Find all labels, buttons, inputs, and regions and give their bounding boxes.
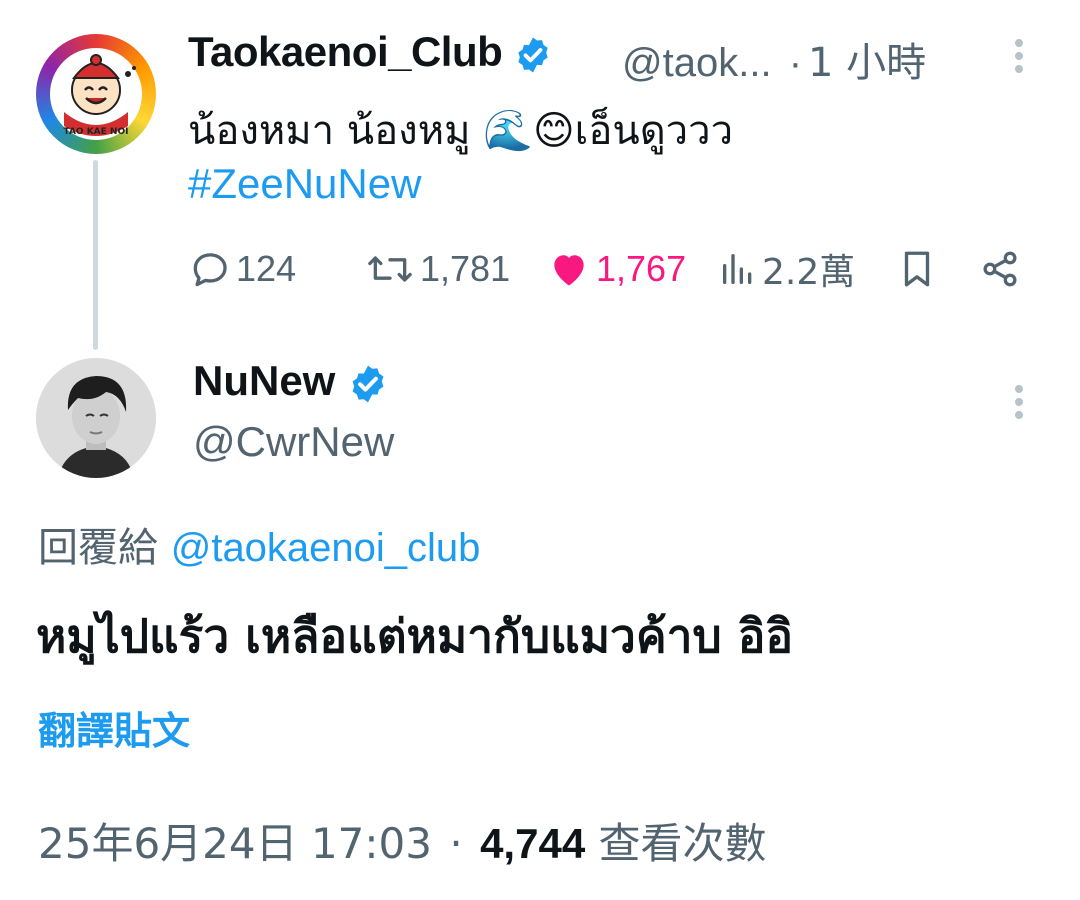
share-icon — [983, 251, 1017, 287]
verified-badge-icon — [352, 365, 384, 403]
share-button[interactable] — [978, 244, 1026, 294]
reply-display-name[interactable]: NuNew — [193, 357, 335, 404]
views-icon — [723, 254, 752, 284]
taokaenoi-avatar[interactable]: TAO KAE NOI — [36, 34, 156, 154]
reply-handle[interactable]: @CwrNew — [193, 418, 394, 466]
reply-icon — [193, 253, 227, 287]
reply-button[interactable]: 124 — [188, 244, 296, 294]
view-count: 4,744 — [480, 820, 586, 867]
reply-prefix: 回覆給 — [38, 525, 158, 571]
parent-post-text: น้องหมา น้องหมู 🌊😊เอ็นดูววว — [188, 108, 734, 154]
taokaenoi-logo-icon: TAO KAE NOI — [50, 48, 142, 140]
post-footer-meta: 25年6月24日 17:03 · 4,744 查看次數 — [38, 810, 767, 871]
reply-author-name[interactable]: NuNew — [193, 357, 389, 405]
view-count-label: 查看次數 — [598, 819, 767, 868]
more-options-icon[interactable] — [1010, 34, 1028, 84]
repost-count: 1,781 — [420, 248, 511, 289]
translate-post-link[interactable]: 翻譯貼文 — [38, 700, 190, 755]
bookmark-button[interactable] — [896, 244, 942, 294]
like-icon — [554, 255, 584, 286]
parent-meta: @taok... · 1 小時 — [622, 40, 927, 86]
reply-count: 124 — [236, 248, 297, 289]
repost-icon — [368, 256, 412, 282]
thread-connector-line — [93, 160, 98, 350]
replying-to-line: 回覆給 @taokaenoi_club — [38, 515, 480, 573]
reply-post-text: หมูไปแร้ว เหลือแต่หมากับแมวค้าบ อิอิ — [36, 609, 793, 663]
views-button[interactable]: 2.2萬 — [718, 244, 855, 294]
reply-to-mention-link[interactable]: @taokaenoi_club — [171, 526, 481, 570]
parent-time[interactable]: 1 小時 — [808, 40, 926, 86]
like-button[interactable]: 1,767 — [546, 244, 686, 294]
like-count: 1,767 — [596, 248, 687, 289]
hashtag-link[interactable]: #ZeeNuNew — [188, 160, 421, 208]
parent-display-name[interactable]: Taokaenoi_Club — [188, 28, 503, 75]
nunew-profile-photo — [36, 358, 156, 478]
bookmark-icon — [904, 251, 930, 287]
nunew-avatar[interactable] — [36, 358, 156, 478]
post-timestamp[interactable]: 25年6月24日 17:03 — [38, 819, 432, 868]
repost-button[interactable]: 1,781 — [364, 244, 510, 294]
footer-separator: · — [449, 819, 463, 868]
views-count: 2.2萬 — [762, 252, 856, 293]
more-options-icon[interactable] — [1010, 380, 1028, 430]
parent-handle[interactable]: @taok... — [622, 41, 772, 85]
parent-author-name[interactable]: Taokaenoi_Club — [188, 28, 553, 76]
avatar-logo-text: TAO KAE NOI — [64, 127, 129, 137]
verified-badge-icon — [518, 37, 549, 73]
